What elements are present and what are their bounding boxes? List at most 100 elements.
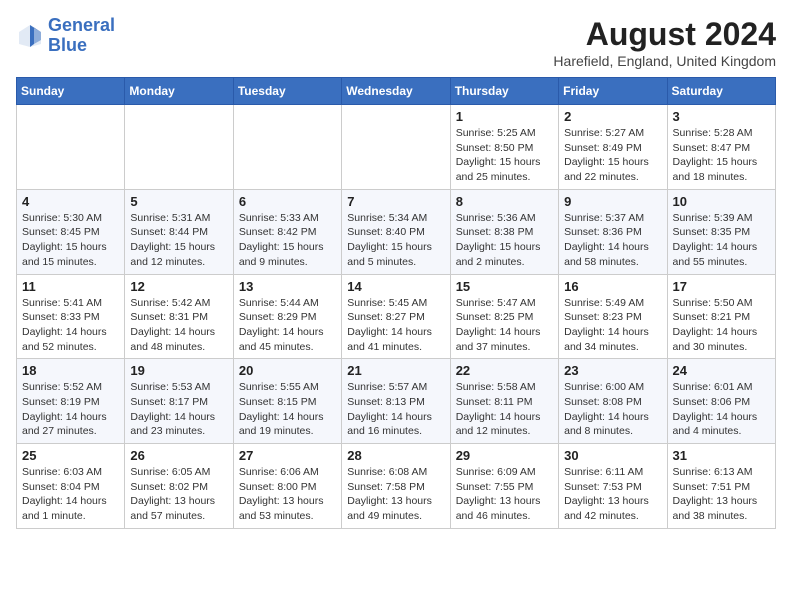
day-number: 29: [456, 448, 553, 463]
calendar-cell: 10Sunrise: 5:39 AM Sunset: 8:35 PM Dayli…: [667, 189, 775, 274]
calendar-row: 1 Sunrise: 5:25 AM Sunset: 8:50 PM Daylig…: [17, 105, 776, 190]
cell-content: Sunrise: 5:41 AM Sunset: 8:33 PM Dayligh…: [22, 296, 119, 355]
calendar-cell: [125, 105, 233, 190]
calendar-cell: 29 Sunrise: 6:09 AM Sunset: 7:55 PM Dayli…: [450, 444, 558, 529]
calendar-cell: 14 Sunrise: 5:45 AM Sunset: 8:27 PM Dayli…: [342, 274, 450, 359]
day-number: 5: [130, 194, 227, 209]
cell-content: Sunrise: 6:06 AM Sunset: 8:00 PM Dayligh…: [239, 465, 336, 524]
calendar-cell: [233, 105, 341, 190]
cell-content: Sunrise: 5:28 AM Sunset: 8:47 PM Dayligh…: [673, 126, 770, 185]
weekday-header: Monday: [125, 78, 233, 105]
cell-content: Sunrise: 6:08 AM Sunset: 7:58 PM Dayligh…: [347, 465, 444, 524]
calendar-cell: 1 Sunrise: 5:25 AM Sunset: 8:50 PM Daylig…: [450, 105, 558, 190]
day-number: 8: [456, 194, 553, 209]
day-number: 23: [564, 363, 661, 378]
day-number: 16: [564, 279, 661, 294]
cell-content: Sunrise: 5:25 AM Sunset: 8:50 PM Dayligh…: [456, 126, 553, 185]
calendar-cell: 21 Sunrise: 5:57 AM Sunset: 8:13 PM Dayli…: [342, 359, 450, 444]
cell-content: Sunrise: 5:37 AM Sunset: 8:36 PM Dayligh…: [564, 211, 661, 270]
day-number: 15: [456, 279, 553, 294]
cell-content: Sunrise: 5:31 AM Sunset: 8:44 PM Dayligh…: [130, 211, 227, 270]
weekday-header: Tuesday: [233, 78, 341, 105]
day-number: 17: [673, 279, 770, 294]
day-number: 28: [347, 448, 444, 463]
calendar-header: SundayMondayTuesdayWednesdayThursdayFrid…: [17, 78, 776, 105]
cell-content: Sunrise: 6:00 AM Sunset: 8:08 PM Dayligh…: [564, 380, 661, 439]
day-number: 14: [347, 279, 444, 294]
day-number: 13: [239, 279, 336, 294]
calendar-body: 1 Sunrise: 5:25 AM Sunset: 8:50 PM Daylig…: [17, 105, 776, 529]
day-number: 31: [673, 448, 770, 463]
day-number: 26: [130, 448, 227, 463]
calendar-cell: 5 Sunrise: 5:31 AM Sunset: 8:44 PM Daylig…: [125, 189, 233, 274]
day-number: 11: [22, 279, 119, 294]
cell-content: Sunrise: 6:03 AM Sunset: 8:04 PM Dayligh…: [22, 465, 119, 524]
calendar-cell: 17Sunrise: 5:50 AM Sunset: 8:21 PM Dayli…: [667, 274, 775, 359]
cell-content: Sunrise: 5:33 AM Sunset: 8:42 PM Dayligh…: [239, 211, 336, 270]
calendar-cell: 18Sunrise: 5:52 AM Sunset: 8:19 PM Dayli…: [17, 359, 125, 444]
calendar-row: 11 Sunrise: 5:41 AM Sunset: 8:33 PM Dayli…: [17, 274, 776, 359]
calendar-cell: 12 Sunrise: 5:42 AM Sunset: 8:31 PM Dayli…: [125, 274, 233, 359]
cell-content: Sunrise: 5:36 AM Sunset: 8:38 PM Dayligh…: [456, 211, 553, 270]
day-number: 7: [347, 194, 444, 209]
cell-content: Sunrise: 5:55 AM Sunset: 8:15 PM Dayligh…: [239, 380, 336, 439]
day-number: 20: [239, 363, 336, 378]
calendar-cell: 8 Sunrise: 5:36 AM Sunset: 8:38 PM Daylig…: [450, 189, 558, 274]
cell-content: Sunrise: 5:53 AM Sunset: 8:17 PM Dayligh…: [130, 380, 227, 439]
location: Harefield, England, United Kingdom: [553, 53, 776, 69]
cell-content: Sunrise: 5:34 AM Sunset: 8:40 PM Dayligh…: [347, 211, 444, 270]
logo-line2: Blue: [48, 35, 87, 55]
calendar-cell: 30 Sunrise: 6:11 AM Sunset: 7:53 PM Dayli…: [559, 444, 667, 529]
calendar-cell: 7 Sunrise: 5:34 AM Sunset: 8:40 PM Daylig…: [342, 189, 450, 274]
cell-content: Sunrise: 6:01 AM Sunset: 8:06 PM Dayligh…: [673, 380, 770, 439]
calendar-cell: 11 Sunrise: 5:41 AM Sunset: 8:33 PM Dayli…: [17, 274, 125, 359]
page-header: General Blue August 2024 Harefield, Engl…: [16, 16, 776, 69]
day-number: 25: [22, 448, 119, 463]
calendar-row: 25 Sunrise: 6:03 AM Sunset: 8:04 PM Dayli…: [17, 444, 776, 529]
day-number: 12: [130, 279, 227, 294]
weekday-header: Thursday: [450, 78, 558, 105]
cell-content: Sunrise: 5:49 AM Sunset: 8:23 PM Dayligh…: [564, 296, 661, 355]
cell-content: Sunrise: 5:27 AM Sunset: 8:49 PM Dayligh…: [564, 126, 661, 185]
calendar-cell: 26 Sunrise: 6:05 AM Sunset: 8:02 PM Dayli…: [125, 444, 233, 529]
calendar-cell: 16 Sunrise: 5:49 AM Sunset: 8:23 PM Dayli…: [559, 274, 667, 359]
calendar-cell: 25 Sunrise: 6:03 AM Sunset: 8:04 PM Dayli…: [17, 444, 125, 529]
calendar-cell: [17, 105, 125, 190]
day-number: 21: [347, 363, 444, 378]
calendar-cell: 24 Sunrise: 6:01 AM Sunset: 8:06 PM Dayli…: [667, 359, 775, 444]
calendar-cell: 28 Sunrise: 6:08 AM Sunset: 7:58 PM Dayli…: [342, 444, 450, 529]
calendar-cell: [342, 105, 450, 190]
cell-content: Sunrise: 5:45 AM Sunset: 8:27 PM Dayligh…: [347, 296, 444, 355]
day-number: 30: [564, 448, 661, 463]
logo-icon: [16, 22, 44, 50]
logo: General Blue: [16, 16, 115, 56]
cell-content: Sunrise: 5:58 AM Sunset: 8:11 PM Dayligh…: [456, 380, 553, 439]
calendar-cell: 20 Sunrise: 5:55 AM Sunset: 8:15 PM Dayli…: [233, 359, 341, 444]
day-number: 6: [239, 194, 336, 209]
cell-content: Sunrise: 5:57 AM Sunset: 8:13 PM Dayligh…: [347, 380, 444, 439]
calendar-table: SundayMondayTuesdayWednesdayThursdayFrid…: [16, 77, 776, 529]
cell-content: Sunrise: 6:05 AM Sunset: 8:02 PM Dayligh…: [130, 465, 227, 524]
month-title: August 2024: [553, 16, 776, 53]
calendar-cell: 27Sunrise: 6:06 AM Sunset: 8:00 PM Dayli…: [233, 444, 341, 529]
cell-content: Sunrise: 6:11 AM Sunset: 7:53 PM Dayligh…: [564, 465, 661, 524]
logo-text: General Blue: [48, 16, 115, 56]
title-block: August 2024 Harefield, England, United K…: [553, 16, 776, 69]
day-number: 24: [673, 363, 770, 378]
calendar-row: 4Sunrise: 5:30 AM Sunset: 8:45 PM Daylig…: [17, 189, 776, 274]
calendar-cell: 15Sunrise: 5:47 AM Sunset: 8:25 PM Dayli…: [450, 274, 558, 359]
day-number: 19: [130, 363, 227, 378]
cell-content: Sunrise: 6:09 AM Sunset: 7:55 PM Dayligh…: [456, 465, 553, 524]
calendar-cell: 22Sunrise: 5:58 AM Sunset: 8:11 PM Dayli…: [450, 359, 558, 444]
cell-content: Sunrise: 5:42 AM Sunset: 8:31 PM Dayligh…: [130, 296, 227, 355]
weekday-header-row: SundayMondayTuesdayWednesdayThursdayFrid…: [17, 78, 776, 105]
day-number: 3: [673, 109, 770, 124]
day-number: 4: [22, 194, 119, 209]
day-number: 1: [456, 109, 553, 124]
calendar-cell: 3 Sunrise: 5:28 AM Sunset: 8:47 PM Daylig…: [667, 105, 775, 190]
calendar-cell: 4Sunrise: 5:30 AM Sunset: 8:45 PM Daylig…: [17, 189, 125, 274]
cell-content: Sunrise: 5:44 AM Sunset: 8:29 PM Dayligh…: [239, 296, 336, 355]
cell-content: Sunrise: 5:39 AM Sunset: 8:35 PM Dayligh…: [673, 211, 770, 270]
weekday-header: Wednesday: [342, 78, 450, 105]
calendar-cell: 9Sunrise: 5:37 AM Sunset: 8:36 PM Daylig…: [559, 189, 667, 274]
